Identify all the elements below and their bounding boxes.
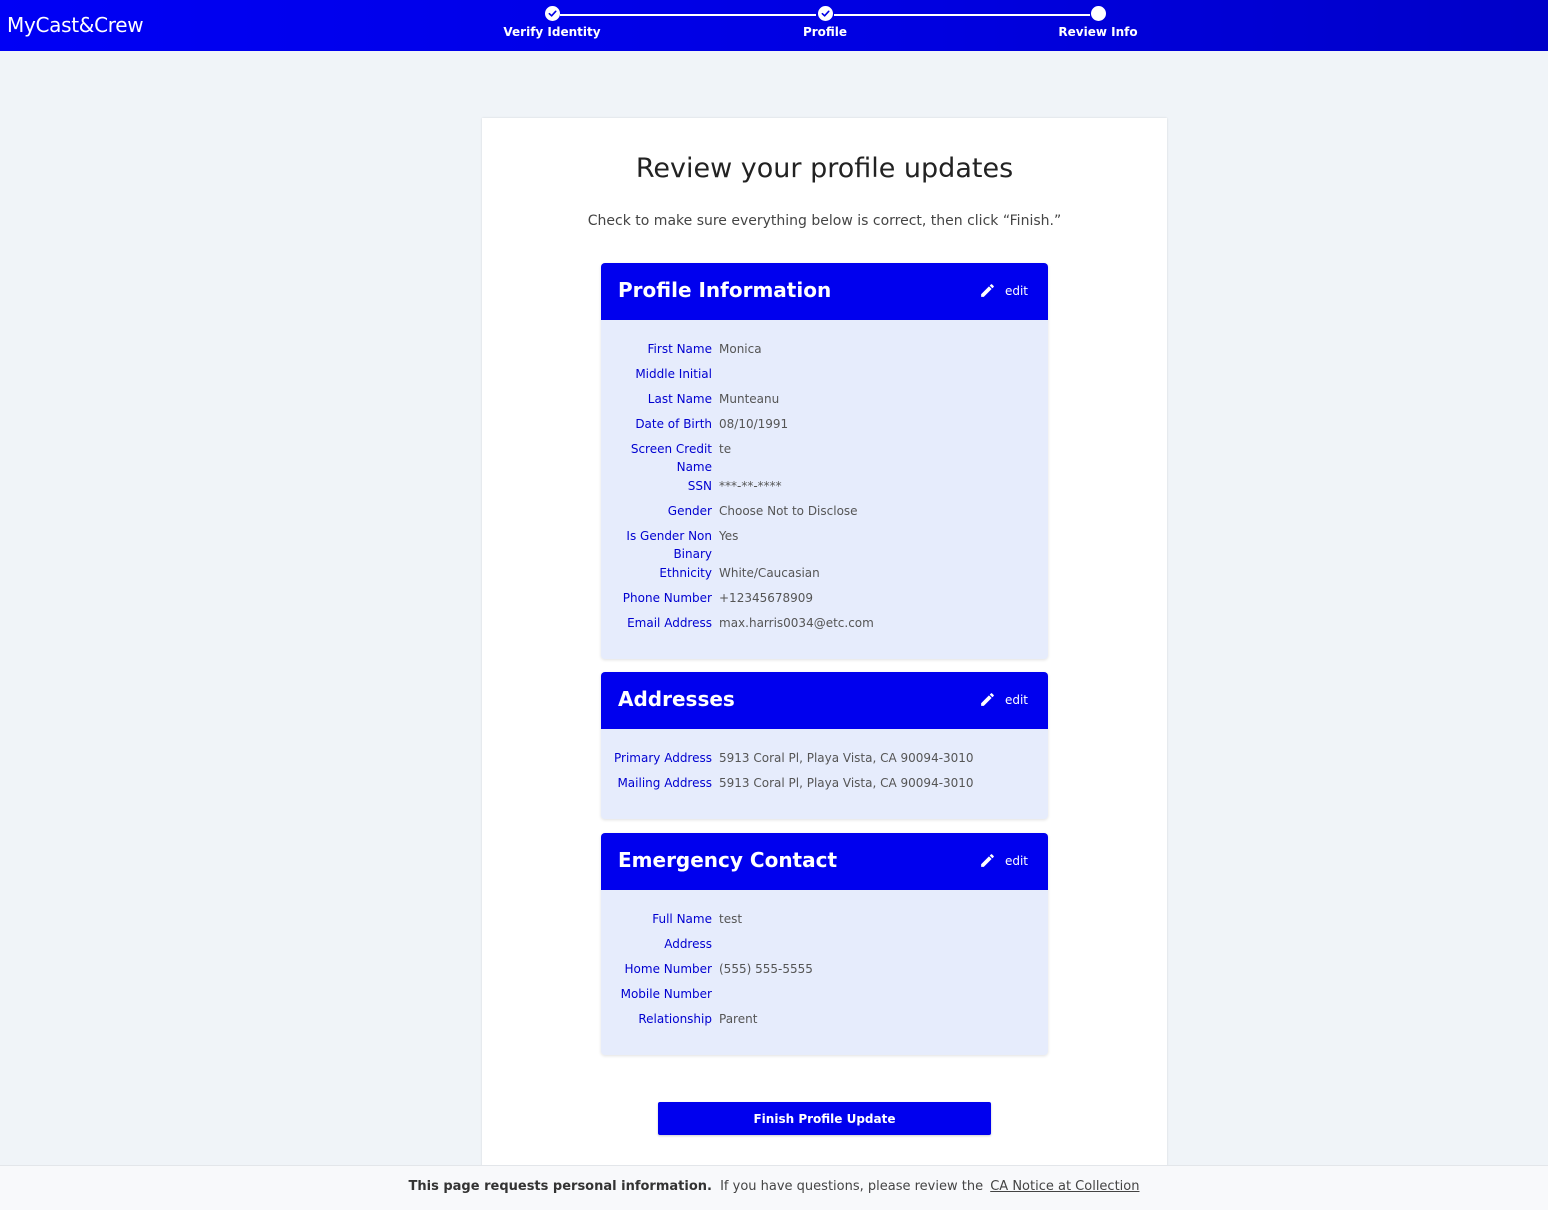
row-value: 5913 Coral Pl, Playa Vista, CA 90094-301… (719, 776, 974, 790)
row-value: 08/10/1991 (719, 417, 789, 431)
row-first-name: First Name Monica (601, 340, 1048, 365)
page-title: Review your profile updates (635, 153, 1014, 184)
row-value (712, 365, 719, 390)
row-value: Choose Not to Disclose (719, 504, 858, 518)
row-mailing-address: Mailing Address 5913 Coral Pl, Playa Vist… (601, 774, 1048, 799)
page-subtitle: Check to make sure everything below is c… (587, 213, 1062, 229)
row-last-name: Last Name Munteanu (601, 390, 1048, 415)
section-title: Profile Information (618, 278, 832, 302)
top-navigation-bar: MyCast&Crew Verify Identity Profile Revi… (0, 0, 1548, 51)
row-primary-address: Primary Address 5913 Coral Pl, Playa Vist… (601, 749, 1048, 774)
row-label: Last Name (647, 392, 712, 406)
row-gender: Gender Choose Not to Disclose (601, 502, 1048, 527)
row-label: Phone Number (622, 591, 712, 605)
row-phone-number: Phone Number +12345678909 (601, 589, 1048, 614)
addresses-section: Addresses edit Primary Address 5913 Coral… (601, 672, 1048, 819)
row-value: Parent (719, 1012, 758, 1026)
step-label: Review Info (1058, 25, 1138, 39)
row-label: Primary Address (614, 751, 712, 765)
row-label: Screen Credit Name (630, 442, 712, 474)
step-verify-identity: Verify Identity (462, 6, 642, 39)
addresses-rows: Primary Address 5913 Coral Pl, Playa Vist… (601, 729, 1048, 799)
row-label: SSN (687, 479, 712, 493)
step-label: Profile (802, 25, 848, 39)
current-step-dot-icon (1090, 6, 1106, 21)
step-review-info: Review Info (1008, 6, 1188, 39)
emergency-rows: Full Name test Address Home Number (555) 5… (601, 890, 1048, 1035)
row-label: Middle Initial (635, 367, 712, 381)
footer-bold-text: This page requests personal information. (408, 1179, 712, 1194)
privacy-footer: This page requests personal information.… (0, 1165, 1548, 1210)
footer-text: If you have questions, please review the (720, 1179, 984, 1194)
pencil-icon (981, 854, 994, 867)
row-label: Mailing Address (617, 776, 712, 790)
edit-label: edit (1004, 692, 1028, 707)
row-home-number: Home Number (555) 555-5555 (601, 960, 1048, 985)
row-relationship: Relationship Parent (601, 1010, 1048, 1035)
brand-logo[interactable]: MyCast&Crew (7, 13, 144, 37)
check-icon (544, 6, 560, 21)
edit-label: edit (1004, 283, 1028, 298)
row-value: 5913 Coral Pl, Playa Vista, CA 90094-301… (719, 751, 974, 765)
profile-rows: First Name Monica Middle Initial Last Nam… (601, 320, 1048, 639)
row-label: Full Name (652, 912, 712, 926)
row-ssn: SSN ***-**-**** (601, 477, 1048, 502)
row-value: test (719, 912, 743, 926)
row-is-gender-non-binary: Is Gender Non Binary Yes (601, 527, 1048, 564)
edit-emergency-contact-button[interactable]: edit (979, 852, 1028, 869)
edit-profile-button[interactable]: edit (979, 282, 1028, 299)
row-value: max.harris0034@etc.com (719, 616, 874, 630)
row-value: ***-**-**** (719, 479, 782, 493)
review-card: Review your profile updates Check to mak… (482, 118, 1167, 1178)
check-icon (817, 6, 833, 21)
row-email-address: Email Address max.harris0034@etc.com (601, 614, 1048, 639)
row-value (712, 935, 719, 960)
row-full-name: Full Name test (601, 910, 1048, 935)
row-label: Home Number (624, 962, 712, 976)
section-title: Emergency Contact (618, 848, 838, 872)
row-label: Address (664, 937, 712, 951)
step-profile: Profile (735, 6, 915, 39)
row-label: Date of Birth (635, 417, 712, 431)
row-label: Email Address (627, 616, 712, 630)
section-title: Addresses (618, 687, 735, 711)
ca-notice-link[interactable]: CA Notice at Collection (990, 1179, 1139, 1194)
pencil-icon (981, 693, 994, 706)
row-label: First Name (647, 342, 712, 356)
row-value: Monica (719, 342, 762, 356)
edit-addresses-button[interactable]: edit (979, 691, 1028, 708)
pencil-icon (981, 284, 994, 297)
row-label: Is Gender Non Binary (626, 529, 712, 561)
row-ethnicity: Ethnicity White/Caucasian (601, 564, 1048, 589)
row-value: +12345678909 (719, 591, 814, 605)
row-screen-credit-name: Screen Credit Name te (601, 440, 1048, 477)
edit-label: edit (1004, 853, 1028, 868)
row-label: Gender (667, 504, 712, 518)
section-header: Emergency Contact edit (601, 833, 1048, 890)
section-header: Addresses edit (601, 672, 1048, 729)
row-middle-initial: Middle Initial (601, 365, 1048, 390)
row-mobile-number: Mobile Number (601, 985, 1048, 1010)
section-header: Profile Information edit (601, 263, 1048, 320)
row-value: (555) 555-5555 (719, 962, 813, 976)
row-date-of-birth: Date of Birth 08/10/1991 (601, 415, 1048, 440)
row-value: Munteanu (719, 392, 780, 406)
row-label: Relationship (638, 1012, 712, 1026)
row-value (712, 985, 719, 1010)
row-label: Ethnicity (659, 566, 712, 580)
row-label: Mobile Number (620, 987, 712, 1001)
row-address: Address (601, 935, 1048, 960)
row-value: White/Caucasian (719, 566, 820, 580)
step-label: Verify Identity (503, 25, 601, 39)
row-value: te (719, 442, 732, 456)
emergency-contact-section: Emergency Contact edit Full Name test Add… (601, 833, 1048, 1055)
profile-information-section: Profile Information edit First Name Monic… (601, 263, 1048, 659)
finish-profile-update-button[interactable]: Finish Profile Update (658, 1102, 991, 1135)
row-value: Yes (719, 529, 739, 543)
